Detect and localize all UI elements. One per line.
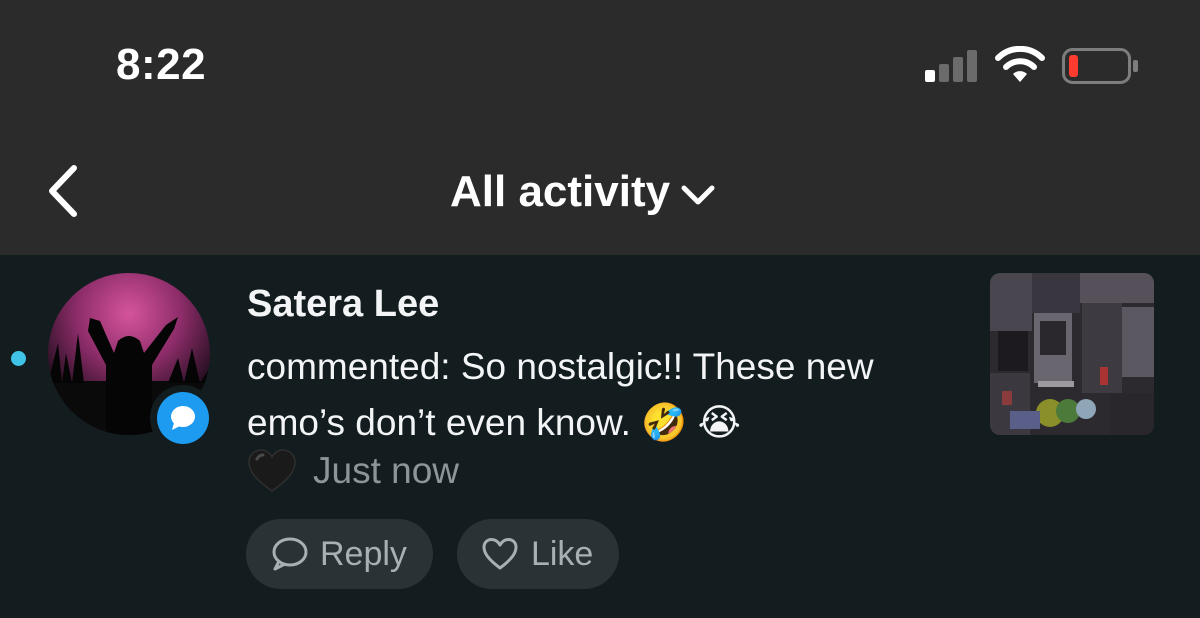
- post-thumbnail[interactable]: [990, 273, 1154, 435]
- unread-indicator: [11, 351, 26, 366]
- user-name[interactable]: Satera Lee: [247, 283, 439, 326]
- signal-icon: [925, 50, 977, 82]
- activity-meta: Just now: [247, 449, 459, 493]
- battery-low-icon: [1062, 48, 1138, 84]
- comment-bubble-icon: [171, 406, 195, 430]
- activity-actions: Reply Like: [246, 519, 620, 589]
- like-button[interactable]: Like: [456, 519, 620, 589]
- black-heart-emoji: [248, 449, 296, 492]
- heart-outline-icon: [482, 538, 518, 570]
- back-button[interactable]: [40, 162, 88, 220]
- activity-item[interactable]: Satera Lee commented: So nostalgic!! The…: [0, 255, 1200, 618]
- comment-outline-icon: [272, 537, 308, 571]
- page-title: All activity: [450, 167, 671, 216]
- like-label: Like: [530, 534, 594, 573]
- comment-badge: [150, 385, 216, 451]
- chevron-down-icon: [681, 185, 715, 205]
- comment-text: commented: So nostalgic!! These new emo’…: [247, 346, 874, 443]
- post-thumbnail-image: [990, 273, 1154, 435]
- activity-filter-dropdown[interactable]: All activity: [450, 165, 718, 219]
- wifi-icon: [995, 46, 1045, 82]
- header: 8:22 All activity: [0, 0, 1200, 255]
- reply-button[interactable]: Reply: [246, 519, 433, 589]
- reply-label: Reply: [320, 534, 407, 573]
- timestamp: Just now: [313, 450, 460, 491]
- status-time: 8:22: [116, 40, 207, 89]
- activity-screen: 8:22 All activity Satera Lee commented: …: [0, 0, 1200, 618]
